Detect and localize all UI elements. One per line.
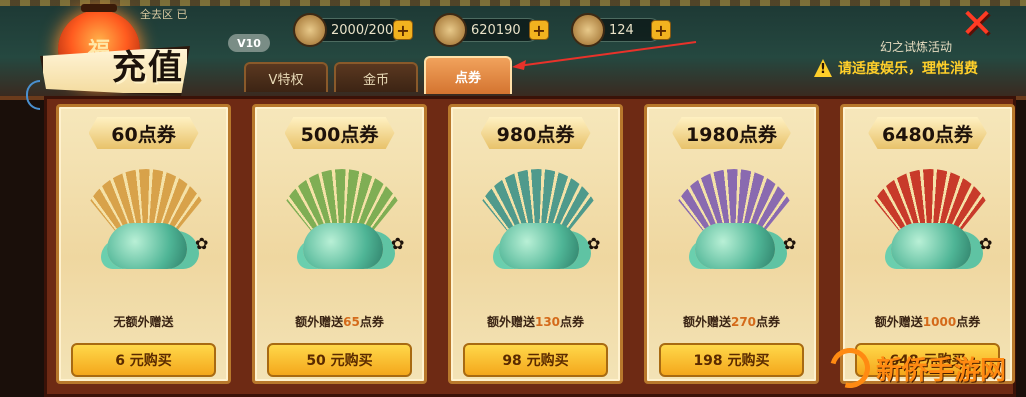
- event-label[interactable]: 幻之试炼活动: [880, 38, 952, 55]
- card-price: 6480点券: [868, 117, 987, 149]
- blossom-icon: ✿: [979, 234, 993, 253]
- bonus-amount: 270: [730, 315, 757, 329]
- bonus-text: 额外赠送1000点券: [843, 313, 1012, 330]
- buy-button[interactable]: 6 元购买: [71, 343, 216, 377]
- blossom-icon: ✿: [391, 234, 405, 253]
- tab-vouchers[interactable]: 点券: [424, 56, 512, 94]
- card-price: 1980点券: [672, 117, 791, 149]
- blossom-icon: ✿: [195, 234, 209, 253]
- bonus-text: 额外赠送65点券: [255, 313, 424, 330]
- annotation-arrow-head: [512, 60, 526, 70]
- bonus-prefix: 额外赠送: [486, 315, 535, 329]
- stamina-icon: [293, 13, 327, 47]
- card-price: 60点券: [88, 117, 199, 149]
- coin-icon: [433, 13, 467, 47]
- resource-stamina-value: 2000/200: [331, 22, 394, 38]
- bonus-prefix: 额外赠送: [295, 315, 344, 329]
- package-card[interactable]: 60点券 ✿ 无额外赠送 6 元购买: [56, 104, 231, 384]
- bonus-text: 额外赠送270点券: [647, 313, 816, 330]
- blossom-icon: ✿: [587, 234, 601, 253]
- buy-button[interactable]: 50 元购买: [267, 343, 412, 377]
- bonus-suffix: 点券: [956, 315, 981, 329]
- annotation-arrow-line: [517, 41, 697, 67]
- notice: ! 请适度娱乐，理性消费: [814, 58, 978, 78]
- tab-v-privilege[interactable]: V特权: [244, 62, 328, 92]
- warning-icon: !: [814, 59, 832, 77]
- page-title: 充值: [112, 48, 184, 88]
- package-card[interactable]: 980点券 ✿ 额外赠送130点券 98 元购买: [448, 104, 623, 384]
- tab-coins[interactable]: 金币: [334, 62, 418, 92]
- package-card[interactable]: 6480点券 ✿ 额外赠送1000点券 648 元购买: [840, 104, 1015, 384]
- bonus-text: 无额外赠送: [59, 313, 228, 330]
- package-card[interactable]: 500点券 ✿ 额外赠送65点券 50 元购买: [252, 104, 427, 384]
- buy-button[interactable]: 198 元购买: [659, 343, 804, 377]
- bonus-text: 额外赠送130点券: [451, 313, 620, 330]
- bonus-amount: 1000: [922, 315, 957, 329]
- bonus-amount: 130: [534, 315, 561, 329]
- package-card[interactable]: 1980点券 ✿ 额外赠送270点券 198 元购买: [644, 104, 819, 384]
- bonus-prefix: 额外赠送: [874, 315, 923, 329]
- close-button[interactable]: ✕: [955, 4, 999, 44]
- card-price: 980点券: [480, 117, 591, 149]
- resource-stamina: 2000/200 +: [293, 13, 413, 47]
- back-arrow-icon[interactable]: [26, 80, 40, 110]
- buy-button[interactable]: 98 元购买: [463, 343, 608, 377]
- vip-badge[interactable]: V10: [228, 34, 270, 52]
- watermark-logo-icon: [822, 340, 878, 396]
- gems-icon: [303, 223, 383, 269]
- watermark-text: 新侨手游网: [876, 355, 1007, 386]
- blossom-icon: ✿: [783, 234, 797, 253]
- annotation-arrow: [512, 41, 697, 70]
- gems-icon: [107, 223, 187, 269]
- gems-icon: [695, 223, 775, 269]
- gems-icon: [891, 223, 971, 269]
- bonus-amount: 65: [343, 315, 360, 329]
- bonus-suffix: 点券: [756, 315, 781, 329]
- bonus-suffix: 点券: [359, 315, 384, 329]
- player-name: 全去区 已: [140, 8, 188, 21]
- card-price: 500点券: [284, 117, 395, 149]
- gems-icon: [499, 223, 579, 269]
- bonus-prefix: 无额外赠送: [113, 315, 174, 329]
- add-stamina-button[interactable]: +: [393, 20, 413, 40]
- bonus-suffix: 点券: [560, 315, 585, 329]
- notice-text: 请适度娱乐，理性消费: [838, 61, 978, 77]
- bonus-prefix: 额外赠送: [682, 315, 731, 329]
- watermark: 新侨手游网: [822, 340, 1020, 396]
